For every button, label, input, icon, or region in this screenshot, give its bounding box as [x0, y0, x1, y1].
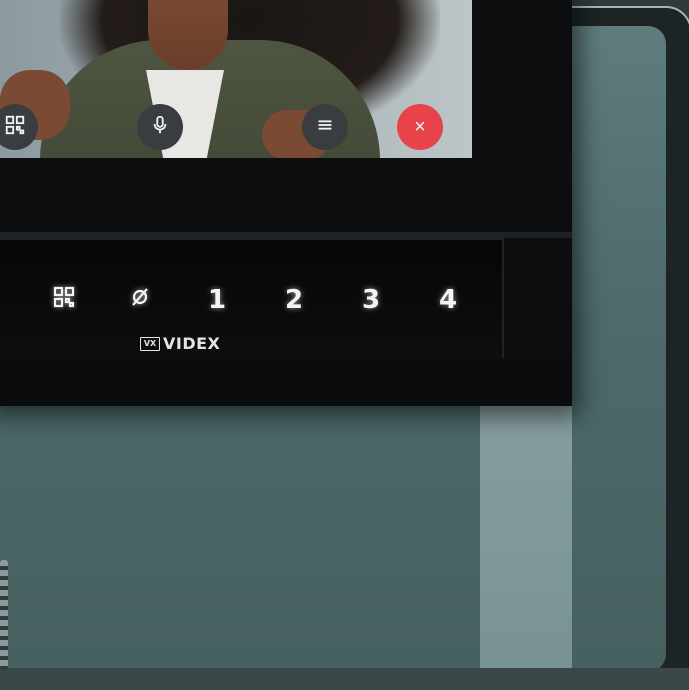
microphone-icon: [149, 114, 171, 140]
settings-button[interactable]: [302, 104, 348, 150]
key-dot[interactable]: [0, 282, 10, 318]
product-photo: × 1 2 3 4 VX VIDEX: [0, 0, 689, 690]
video-monitor: × 1 2 3 4 VX VIDEX: [0, 0, 572, 406]
video-call-screen: ×: [0, 0, 472, 158]
settings-sliders-icon: [314, 114, 336, 140]
key-mute[interactable]: [120, 282, 160, 318]
keypad-bar: 1 2 3 4 VX VIDEX: [0, 238, 504, 360]
dot-icon: [0, 285, 2, 316]
close-icon: ×: [414, 116, 426, 138]
monitor-bottom-bezel: [0, 358, 572, 406]
key-3[interactable]: 3: [351, 282, 391, 318]
brand-logo: VX VIDEX: [140, 334, 220, 353]
qr-code-icon: [52, 285, 76, 316]
qr-code-icon: [4, 114, 26, 140]
microphone-button[interactable]: [137, 104, 183, 150]
key-4[interactable]: 4: [428, 282, 468, 318]
end-call-button[interactable]: ×: [397, 104, 443, 150]
bottom-strip: [0, 668, 689, 690]
qr-code-button[interactable]: [0, 104, 38, 150]
left-edge-grip: [0, 560, 8, 670]
key-qr-code[interactable]: [44, 282, 84, 318]
mute-icon: [128, 285, 152, 316]
key-1[interactable]: 1: [197, 282, 237, 318]
brand-name: VIDEX: [163, 334, 221, 353]
vx-logo-icon: VX: [140, 336, 160, 351]
key-2[interactable]: 2: [274, 282, 314, 318]
